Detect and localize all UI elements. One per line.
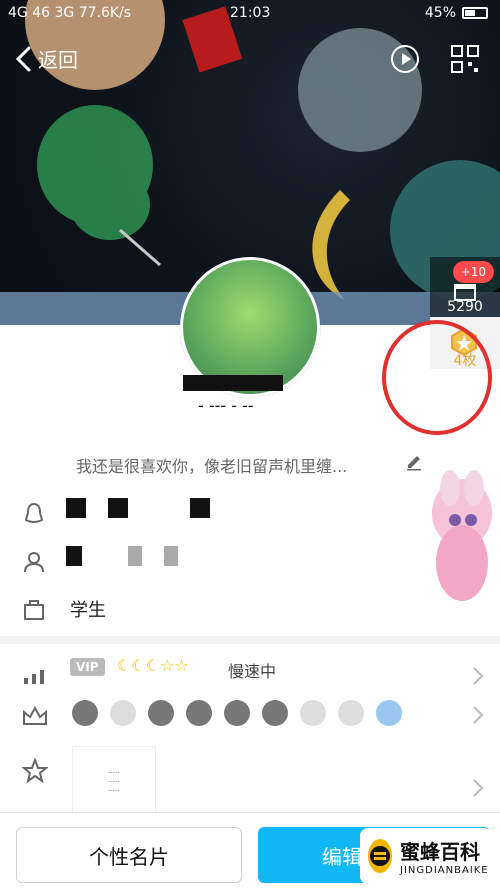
nickname-suffix: - --- - -- <box>198 396 254 415</box>
back-label: 返回 <box>38 48 78 72</box>
status-time: 21:03 <box>230 5 271 21</box>
badge-icon <box>224 700 250 726</box>
top-navigation: 返回 <box>0 40 500 84</box>
music-button[interactable] <box>388 42 422 76</box>
plus-ten-badge: +10 <box>452 261 494 283</box>
qq-number-redacted <box>66 498 210 518</box>
badge-icon <box>186 700 212 726</box>
chevron-right-icon <box>473 706 484 724</box>
crown-icon <box>23 706 47 725</box>
brand-subtitle: JINGDIANBAIKE <box>400 865 489 876</box>
music-play-icon <box>391 45 419 73</box>
network-speed: 77.6K/s <box>78 5 132 21</box>
chevron-left-icon <box>15 46 31 71</box>
user-info-row <box>0 538 500 586</box>
user-info-redacted <box>66 546 178 566</box>
bee-logo-icon <box>368 839 392 873</box>
badge-icon <box>72 700 98 726</box>
thumb-line: ······ <box>108 769 120 777</box>
network-indicator: 4G 46 3G <box>8 5 75 21</box>
badge-icon <box>110 700 136 726</box>
user-icon <box>24 552 44 573</box>
star-icon <box>22 758 48 784</box>
gift-box-panel[interactable]: +10 5290 <box>430 257 500 317</box>
personal-card-button[interactable]: 个性名片 <box>16 827 242 883</box>
back-button[interactable]: 返回 <box>14 44 78 73</box>
brand-title: 蜜蜂百科 <box>400 840 480 864</box>
badge-list <box>72 700 402 726</box>
qr-code-icon <box>451 45 479 73</box>
level-chart-icon <box>24 670 44 684</box>
qr-code-button[interactable] <box>448 42 482 76</box>
briefcase-icon <box>24 600 44 620</box>
badge-icon <box>338 700 364 726</box>
penguin-icon <box>24 502 44 524</box>
space-thumbnail[interactable]: ······ ······ ······ <box>72 746 156 818</box>
badges-row[interactable] <box>0 694 500 736</box>
watermark-brand: 蜜蜂百科 JINGDIANBAIKE <box>360 828 492 884</box>
qq-number-row <box>0 490 500 538</box>
job-row: 学生 <box>0 586 500 634</box>
badge-icon <box>262 700 288 726</box>
profile-screen: 4G 46 3G 77.6K/s 21:03 45% 返回 +10 5290 4… <box>0 0 500 889</box>
top-actions <box>388 42 482 76</box>
section-divider <box>0 636 500 644</box>
highlight-circle <box>382 320 492 435</box>
edit-pencil-icon[interactable] <box>405 453 423 471</box>
right-rail: +10 5290 <box>430 257 500 325</box>
vip-row[interactable]: VIP ☾☾☾☆☆ 慢速中 <box>0 656 500 696</box>
chevron-right-icon <box>473 779 484 797</box>
thumb-line: ······ <box>108 787 120 795</box>
nickname-redacted <box>183 375 283 391</box>
chevron-right-icon <box>473 667 484 685</box>
badge-icon <box>300 700 326 726</box>
signature-text: 我还是很喜欢你，像老旧留声机里缠... <box>76 457 348 476</box>
badge-icon <box>148 700 174 726</box>
speed-status: 慢速中 <box>228 662 277 681</box>
gift-count: 5290 <box>447 299 483 315</box>
battery-icon <box>462 7 488 19</box>
battery-percent: 45% <box>424 5 456 21</box>
badge-icon <box>376 700 402 726</box>
level-moons: ☾☾☾☆☆ <box>117 656 189 675</box>
thumb-line: ······ <box>108 778 120 786</box>
status-bar: 4G 46 3G 77.6K/s 21:03 45% <box>0 0 500 26</box>
vip-badge: VIP <box>70 658 105 676</box>
job-text: 学生 <box>70 600 106 621</box>
